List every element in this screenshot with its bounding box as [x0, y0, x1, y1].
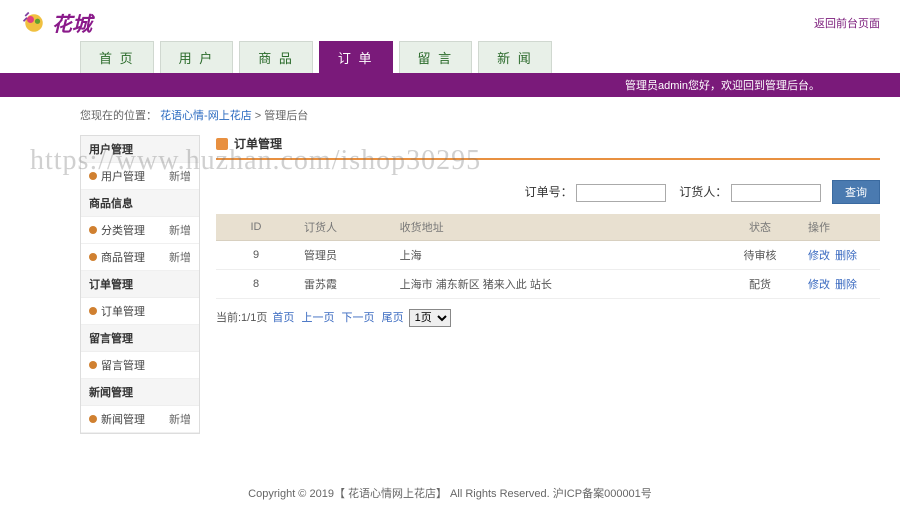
sidebar-header: 用户管理	[81, 136, 199, 163]
table-cell: 上海	[392, 241, 720, 270]
search-bar: 订单号： 订货人： 查询	[216, 174, 880, 214]
table-cell: 管理员	[296, 241, 392, 270]
logo-icon	[20, 9, 48, 37]
header: 花城 返回前台页面	[0, 0, 900, 41]
sidebar-item: 用户管理 新增	[81, 163, 199, 190]
action-cell: 修改 删除	[800, 270, 880, 299]
table-row: 8雷苏霞上海市 浦东新区 猪来入此 站长配货修改 删除	[216, 270, 880, 299]
welcome-bar: 管理员admin您好，欢迎回到管理后台。	[0, 73, 900, 97]
bullet-icon	[89, 307, 97, 315]
order-input[interactable]	[576, 184, 666, 202]
sidebar-link[interactable]: 用户管理	[101, 168, 145, 184]
order-label: 订单号：	[525, 185, 573, 199]
table-cell: 8	[216, 270, 296, 299]
pager-next[interactable]: 下一页	[342, 312, 375, 324]
nav-item[interactable]: 新 闻	[478, 41, 552, 73]
order-table: ID订货人收货地址状态操作 9管理员上海待审核修改 删除8雷苏霞上海市 浦东新区…	[216, 214, 880, 299]
logo-text: 花城	[52, 8, 92, 37]
bullet-icon	[89, 172, 97, 180]
title-text: 订单管理	[234, 135, 282, 152]
edit-link[interactable]: 修改	[808, 279, 830, 291]
sidebar-link[interactable]: 留言管理	[101, 357, 145, 373]
pager: 当前:1/1页 首页 上一页 下一页 尾页 1页	[216, 299, 880, 337]
sidebar-item: 新闻管理 新增	[81, 406, 199, 433]
sidebar-link[interactable]: 分类管理	[101, 222, 145, 238]
sidebar-link[interactable]: 订单管理	[101, 303, 145, 319]
table-row: 9管理员上海待审核修改 删除	[216, 241, 880, 270]
person-label: 订货人：	[679, 185, 727, 199]
footer: Copyright © 2019【 花语心情网上花店】 All Rights R…	[0, 454, 900, 521]
front-link[interactable]: 返回前台页面	[814, 15, 880, 31]
bullet-icon	[89, 415, 97, 423]
nav-item[interactable]: 用 户	[160, 41, 234, 73]
pager-last[interactable]: 尾页	[382, 312, 404, 324]
nav-item[interactable]: 首 页	[80, 41, 154, 73]
delete-link[interactable]: 删除	[835, 279, 857, 291]
table-cell: 待审核	[720, 241, 800, 270]
breadcrumb-link[interactable]: 花语心情-网上花店	[160, 110, 252, 122]
nav: 首 页用 户商 品订 单留 言新 闻	[20, 41, 880, 73]
breadcrumb: 您现在的位置： 花语心情-网上花店 > 管理后台	[0, 97, 900, 135]
sidebar-add[interactable]: 新增	[169, 411, 191, 427]
pager-select[interactable]: 1页	[409, 309, 451, 327]
bullet-icon	[89, 226, 97, 234]
content-title: 订单管理	[216, 135, 880, 160]
sidebar-add[interactable]: 新增	[169, 249, 191, 265]
nav-item[interactable]: 订 单	[319, 41, 393, 73]
breadcrumb-current: 管理后台	[264, 110, 308, 122]
delete-link[interactable]: 删除	[835, 250, 857, 262]
content: 订单管理 订单号： 订货人： 查询 ID订货人收货地址状态操作 9管理员上海待审…	[216, 135, 880, 434]
sidebar-add[interactable]: 新增	[169, 168, 191, 184]
sidebar-header: 商品信息	[81, 190, 199, 217]
sidebar: 用户管理用户管理新增商品信息分类管理新增商品管理新增订单管理订单管理留言管理留言…	[80, 135, 200, 434]
title-icon	[216, 138, 228, 150]
table-cell: 9	[216, 241, 296, 270]
sidebar-item: 留言管理	[81, 352, 199, 379]
breadcrumb-prefix: 您现在的位置：	[80, 110, 157, 122]
sidebar-header: 留言管理	[81, 325, 199, 352]
pager-first[interactable]: 首页	[272, 312, 294, 324]
table-header: 状态	[720, 214, 800, 241]
sidebar-header: 新闻管理	[81, 379, 199, 406]
table-header: 订货人	[296, 214, 392, 241]
table-cell: 雷苏霞	[296, 270, 392, 299]
bullet-icon	[89, 253, 97, 261]
nav-item[interactable]: 留 言	[399, 41, 473, 73]
sidebar-link[interactable]: 新闻管理	[101, 411, 145, 427]
sidebar-add[interactable]: 新增	[169, 222, 191, 238]
search-button[interactable]: 查询	[832, 180, 880, 204]
table-cell: 配货	[720, 270, 800, 299]
person-input[interactable]	[731, 184, 821, 202]
bullet-icon	[89, 361, 97, 369]
sidebar-item: 商品管理 新增	[81, 244, 199, 271]
action-cell: 修改 删除	[800, 241, 880, 270]
table-header: 操作	[800, 214, 880, 241]
sidebar-item: 订单管理	[81, 298, 199, 325]
edit-link[interactable]: 修改	[808, 250, 830, 262]
pager-prev[interactable]: 上一页	[301, 312, 334, 324]
sidebar-item: 分类管理 新增	[81, 217, 199, 244]
table-header: ID	[216, 214, 296, 241]
table-header: 收货地址	[392, 214, 720, 241]
sidebar-header: 订单管理	[81, 271, 199, 298]
pager-info: 当前:1/1页	[216, 312, 267, 324]
logo: 花城	[20, 8, 92, 37]
nav-item[interactable]: 商 品	[239, 41, 313, 73]
sidebar-link[interactable]: 商品管理	[101, 249, 145, 265]
table-cell: 上海市 浦东新区 猪来入此 站长	[392, 270, 720, 299]
